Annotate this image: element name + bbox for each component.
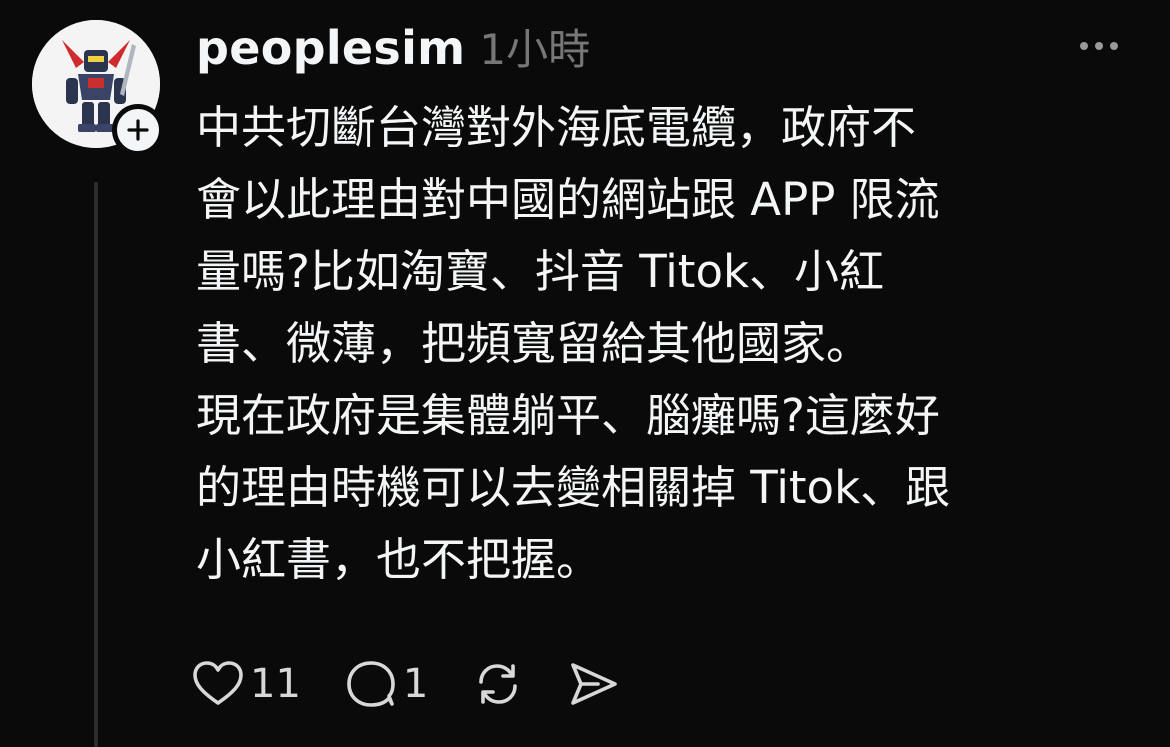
plus-icon — [127, 119, 149, 141]
like-button[interactable]: 11 — [192, 660, 301, 708]
heart-icon — [193, 661, 243, 705]
reply-button[interactable]: 1 — [345, 660, 428, 708]
action-bar: 11 1 — [192, 652, 664, 716]
post-paragraph: 現在政府是集體躺平、腦癱嗎?這麼好 的理由時機可以去變相關掉 Titok、跟 小… — [196, 389, 951, 586]
thread-line — [94, 182, 98, 747]
username[interactable]: peoplesim — [196, 21, 465, 75]
like-count: 11 — [250, 661, 301, 707]
post-paragraph: 中共切斷台灣對外海底電纜，政府不 會以此理由對中國的網站跟 APP 限流 量嗎?… — [196, 101, 940, 370]
post-time[interactable]: 1小時 — [479, 16, 590, 77]
more-dots-icon[interactable] — [1080, 36, 1124, 56]
send-icon — [571, 663, 618, 705]
repost-button[interactable] — [472, 660, 524, 708]
share-button[interactable] — [568, 660, 620, 708]
comment-icon — [347, 661, 395, 707]
thread-post: peoplesim 1小時 中共切斷台灣對外海底電纜，政府不 會以此理由對中國的… — [0, 0, 1170, 747]
post-header: peoplesim 1小時 — [196, 16, 590, 80]
follow-button[interactable] — [112, 104, 164, 156]
post-body: 中共切斷台灣對外海底電纜，政府不 會以此理由對中國的網站跟 APP 限流 量嗎?… — [196, 92, 1136, 596]
repost-icon — [479, 664, 518, 704]
reply-count: 1 — [402, 661, 429, 707]
